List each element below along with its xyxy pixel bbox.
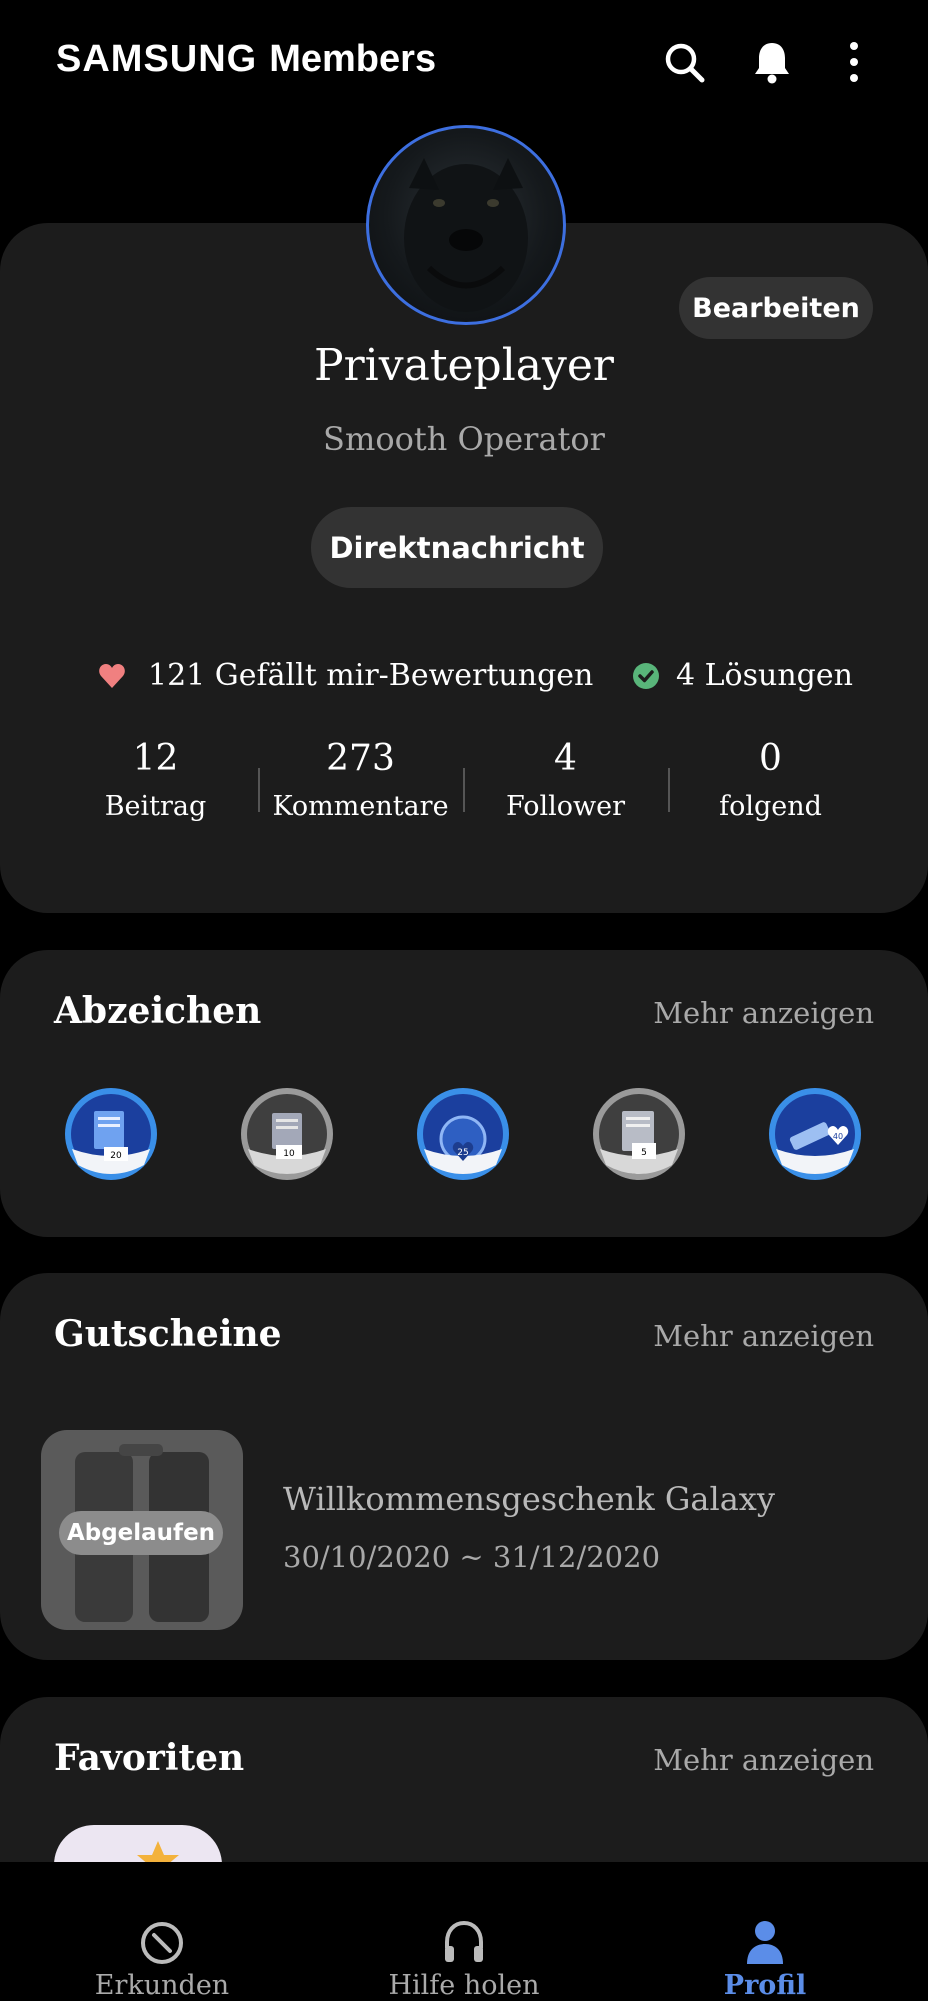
badge-level: 10	[283, 1149, 295, 1159]
stat-comments[interactable]: 273 Kommentare	[258, 738, 463, 822]
favorites-more-link[interactable]: Mehr anzeigen	[653, 1743, 874, 1777]
solutions-item: 4 Lösungen	[632, 658, 853, 693]
stat-value: 12	[132, 738, 179, 779]
app-name: Members	[269, 38, 437, 80]
direct-message-button[interactable]: Direktnachricht	[311, 507, 603, 588]
user-rank: Smooth Operator	[323, 420, 605, 458]
coupon-title[interactable]: Willkommensgeschenk Galaxy	[283, 1480, 775, 1518]
avatar[interactable]	[366, 125, 566, 325]
stat-label: folgend	[719, 791, 822, 822]
favorites-title: Favoriten	[54, 1737, 245, 1779]
nav-profile[interactable]: Profil	[615, 1862, 915, 2001]
badge-explorer[interactable]: 10	[240, 1087, 334, 1181]
bell-icon[interactable]	[748, 38, 796, 86]
solutions-count: 4 Lösungen	[676, 658, 853, 693]
likes-count: 121 Gefällt mir-Bewertungen	[148, 658, 594, 693]
stat-label: Kommentare	[272, 791, 449, 822]
more-vertical-icon[interactable]	[830, 38, 878, 86]
stat-divider	[668, 768, 670, 812]
heart-icon	[99, 663, 125, 688]
coupon-thumbnail[interactable]: Abgelaufen	[41, 1430, 243, 1630]
badge-icon: 25	[417, 1088, 509, 1180]
brand-name: SAMSUNG	[56, 38, 258, 80]
person-icon	[747, 1921, 783, 1964]
compass-icon	[141, 1922, 183, 1964]
badge-sojourner[interactable]: 20	[64, 1087, 158, 1181]
coupons-more-link[interactable]: Mehr anzeigen	[653, 1319, 874, 1353]
headset-icon	[445, 1920, 483, 1962]
badge-icon: 40	[769, 1088, 861, 1180]
badge-icon: 20	[65, 1088, 157, 1180]
badge-level: 5	[641, 1148, 647, 1158]
badge-lightning-rod[interactable]: 25	[416, 1087, 510, 1181]
badge-level: 25	[457, 1148, 468, 1158]
likes-solutions-row: 121 Gefällt mir-Bewertungen 4 Lösungen	[0, 658, 928, 702]
badge-astronomer[interactable]: 40	[768, 1087, 862, 1181]
badge-icon: 5	[593, 1088, 685, 1180]
badge-level: 20	[110, 1151, 122, 1161]
stat-value: 0	[759, 738, 782, 779]
stat-label: Beitrag	[104, 791, 207, 822]
nav-label: Profil	[723, 1970, 807, 2001]
stat-value: 273	[326, 738, 395, 779]
badge-level: 40	[833, 1132, 843, 1141]
coupons-title: Gutscheine	[54, 1313, 282, 1355]
nav-explore[interactable]: Erkunden	[12, 1862, 312, 2001]
username: Privateplayer	[314, 340, 614, 391]
badges-more-link[interactable]: Mehr anzeigen	[653, 996, 874, 1030]
nav-help[interactable]: Hilfe holen	[314, 1862, 614, 2001]
stat-divider	[463, 768, 465, 812]
stat-followers[interactable]: 4 Follower	[463, 738, 668, 822]
likes-item: 121 Gefällt mir-Bewertungen	[98, 658, 593, 693]
app-header: SAMSUNG Members	[0, 0, 928, 125]
badge-icon: 10	[241, 1088, 333, 1180]
edit-profile-button[interactable]: Bearbeiten	[679, 277, 873, 339]
bottom-navigation: Erkunden Hilfe holen Profil	[0, 1862, 928, 2001]
stat-value: 4	[554, 738, 577, 779]
nav-label: Erkunden	[94, 1970, 230, 2001]
stat-divider	[258, 768, 260, 812]
badge-pioneer[interactable]: 5	[592, 1087, 686, 1181]
stat-following[interactable]: 0 folgend	[668, 738, 873, 822]
expired-badge: Abgelaufen	[59, 1511, 223, 1555]
nav-label: Hilfe holen	[388, 1970, 540, 2001]
badges-title: Abzeichen	[54, 990, 262, 1032]
search-icon[interactable]	[660, 38, 708, 86]
app-title: SAMSUNG Members	[56, 38, 436, 81]
stat-label: Follower	[505, 791, 626, 822]
check-circle-icon	[633, 662, 659, 689]
stat-posts[interactable]: 12 Beitrag	[53, 738, 258, 822]
coupon-dates: 30/10/2020 ~ 31/12/2020	[283, 1540, 661, 1574]
dog-photo	[404, 158, 528, 312]
